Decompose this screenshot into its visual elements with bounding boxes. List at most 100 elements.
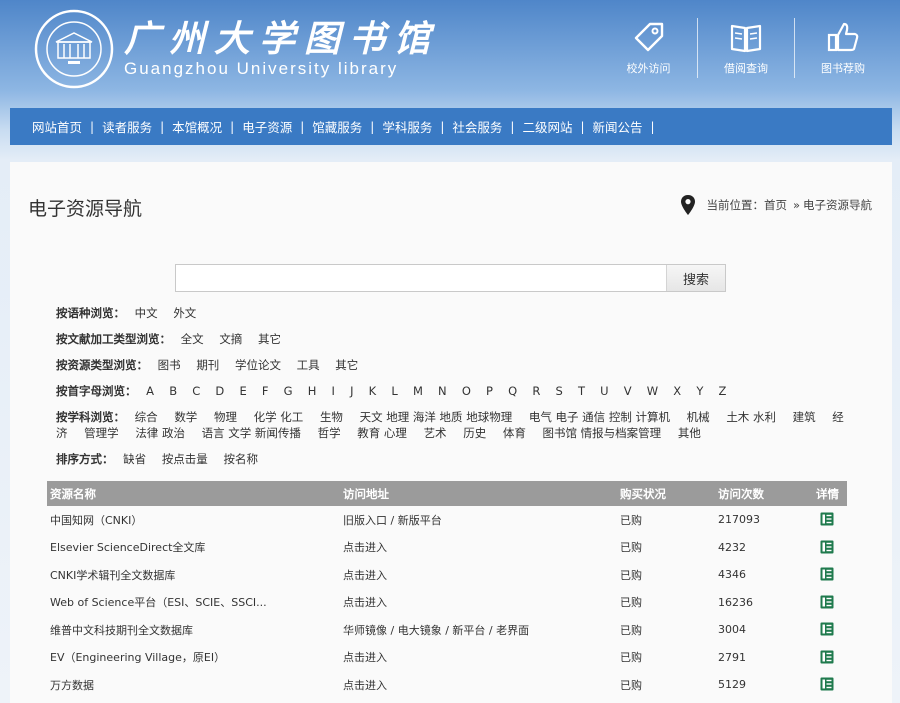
filter-option[interactable]: 体育 [503,426,526,440]
nav-item-subject-services[interactable]: 学科服务 [382,117,432,136]
filter-letter[interactable]: T [578,384,585,398]
filter-option[interactable]: 图书馆 情报与档案管理 [543,426,662,440]
filter-option[interactable]: 历史 [463,426,486,440]
filter-letter[interactable]: C [192,384,200,398]
filter-letter[interactable]: Q [508,384,517,398]
filter-letter[interactable]: R [532,384,540,398]
filter-option[interactable]: 艺术 [424,426,447,440]
detail-icon[interactable] [820,677,834,691]
quick-link-book-recommend[interactable]: 图书荐购 [794,18,891,78]
filter-letter[interactable]: Y [696,384,703,398]
filter-option[interactable]: 土木 水利 [726,410,776,424]
filter-option[interactable]: 全文 [181,332,204,346]
filter-option[interactable]: 文摘 [219,332,242,346]
access-link[interactable]: 旧版入口 / 新版平台 [343,514,442,527]
nav-item-reader-services[interactable]: 读者服务 [102,117,152,136]
quick-link-borrow-query[interactable]: 借阅查询 [697,18,794,78]
filter-option[interactable]: 工具 [297,358,320,372]
nav-item-e-resources[interactable]: 电子资源 [242,117,292,136]
filter-letter[interactable]: B [169,384,177,398]
detail-icon[interactable] [820,650,834,664]
filter-letter[interactable]: S [556,384,563,398]
filter-option[interactable]: 物理 [214,410,237,424]
filter-letter[interactable]: N [438,384,447,398]
filter-option[interactable]: 管理学 [84,426,119,440]
nav-item-social-services[interactable]: 社会服务 [452,117,502,136]
filter-option[interactable]: 其他 [678,426,701,440]
resource-name-link[interactable]: 维普中文科技期刊全文数据库 [50,624,193,637]
filter-letter[interactable]: X [673,384,681,398]
detail-icon[interactable] [820,540,834,554]
access-link[interactable]: 点击进入 [343,679,387,692]
filter-letter[interactable]: D [215,384,224,398]
filter-letter[interactable]: V [624,384,632,398]
access-link[interactable]: 点击进入 [343,596,387,609]
filter-option[interactable]: 其它 [258,332,281,346]
filter-option[interactable]: 其它 [335,358,358,372]
filter-option[interactable]: 哲学 [318,426,341,440]
resource-name-link[interactable]: 万方数据 [50,679,94,692]
search-button[interactable]: 搜索 [666,265,725,291]
access-link[interactable]: 点击进入 [343,541,387,554]
filter-letter[interactable]: W [647,384,658,398]
resource-name-link[interactable]: 中国知网（CNKI） [50,514,142,527]
filter-option[interactable]: 教育 心理 [357,426,407,440]
nav-separator: | [650,119,655,134]
filter-option[interactable]: 综合 [135,410,158,424]
resource-name-link[interactable]: Elsevier ScienceDirect全文库 [50,541,205,554]
filter-letter[interactable]: M [413,384,423,398]
filter-option[interactable]: 学位论文 [235,358,281,372]
filter-option[interactable]: 中文 [135,306,158,320]
filter-letter[interactable]: L [391,384,397,398]
cell-visits: 2791 [718,650,746,664]
filter-option[interactable]: 图书 [158,358,181,372]
filter-option[interactable]: 法律 政治 [135,426,185,440]
resource-name-link[interactable]: Web of Science平台（ESI、SCIE、SSCI... [50,596,267,609]
filter-letter[interactable]: Z [719,384,727,398]
resource-name-link[interactable]: EV（Engineering Village，原EI） [50,651,225,664]
nav-item-about[interactable]: 本馆概况 [172,117,222,136]
access-link[interactable]: 点击进入 [343,569,387,582]
filter-option[interactable]: 语言 文学 新闻传播 [202,426,301,440]
detail-icon[interactable] [820,622,834,636]
filter-option[interactable]: 化学 化工 [254,410,304,424]
filter-option[interactable]: 期刊 [196,358,219,372]
detail-icon[interactable] [820,567,834,581]
filter-letter[interactable]: A [146,384,154,398]
resource-table: 资源名称 访问地址 购买状况 访问次数 详情 中国知网（CNKI） 旧版入口 /… [47,481,847,699]
filter-letter[interactable]: P [486,384,493,398]
resource-name-link[interactable]: CNKI学术辑刊全文数据库 [50,569,175,582]
access-link[interactable]: 点击进入 [343,651,387,664]
sort-option[interactable]: 按名称 [223,452,258,466]
nav-item-collection-services[interactable]: 馆藏服务 [312,117,362,136]
filter-letter[interactable]: K [369,384,377,398]
filter-option[interactable]: 机械 [687,410,710,424]
filter-option[interactable]: 建筑 [793,410,816,424]
detail-icon[interactable] [820,512,834,526]
access-link[interactable]: 华师镜像 / 电大镜象 / 新平台 / 老界面 [343,624,529,637]
detail-icon[interactable] [820,595,834,609]
filter-option[interactable]: 天文 地理 海洋 地质 地球物理 [360,410,513,424]
nav-item-news[interactable]: 新闻公告 [593,117,643,136]
nav-item-sub-sites[interactable]: 二级网站 [522,117,572,136]
filter-letter[interactable]: I [332,384,335,398]
sort-option[interactable]: 缺省 [123,452,146,466]
breadcrumb-home-link[interactable]: 首页 [764,197,787,213]
filter-option[interactable]: 数学 [174,410,197,424]
university-seal-logo[interactable] [34,9,114,89]
filter-option[interactable]: 电气 电子 通信 控制 计算机 [529,410,670,424]
cell-detail [813,589,847,617]
filter-letter[interactable]: U [600,384,608,398]
filter-letter[interactable]: E [239,384,246,398]
filter-letter[interactable]: J [350,384,353,398]
filter-letter[interactable]: G [284,384,293,398]
filter-letter[interactable]: H [308,384,317,398]
sort-option[interactable]: 按点击量 [162,452,208,466]
filter-letter[interactable]: F [262,384,269,398]
filter-option[interactable]: 生物 [320,410,343,424]
filter-option[interactable]: 外文 [173,306,196,320]
filter-letter[interactable]: O [462,384,471,398]
nav-item-home[interactable]: 网站首页 [32,117,82,136]
quick-link-remote-access[interactable]: 校外访问 [600,18,697,78]
search-input[interactable] [176,265,666,291]
